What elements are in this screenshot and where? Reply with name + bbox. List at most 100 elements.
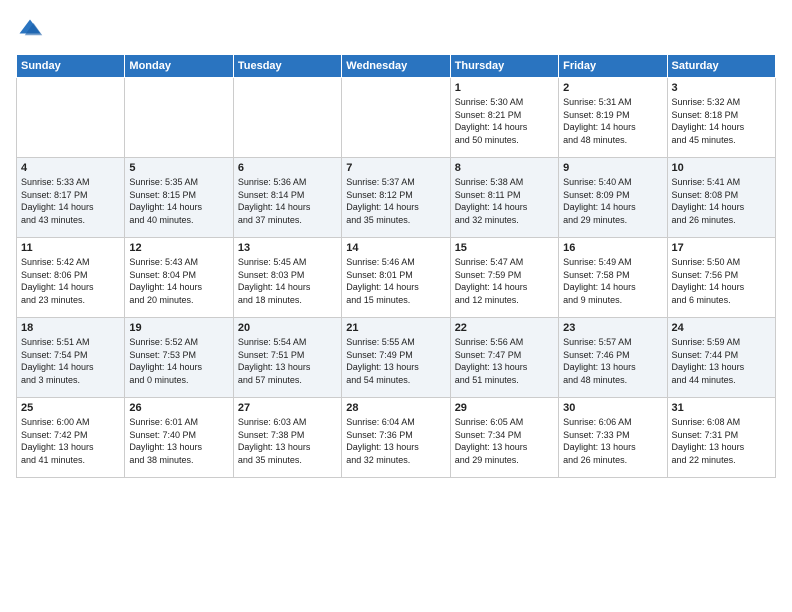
calendar-cell: 19Sunrise: 5:52 AM Sunset: 7:53 PM Dayli… bbox=[125, 318, 233, 398]
day-number: 17 bbox=[672, 242, 771, 254]
day-number: 30 bbox=[563, 402, 662, 414]
calendar-cell bbox=[342, 78, 450, 158]
day-number: 21 bbox=[346, 322, 445, 334]
weekday-header: Friday bbox=[559, 55, 667, 78]
day-content: Sunrise: 5:57 AM Sunset: 7:46 PM Dayligh… bbox=[563, 336, 662, 386]
day-number: 10 bbox=[672, 162, 771, 174]
calendar-table: SundayMondayTuesdayWednesdayThursdayFrid… bbox=[16, 54, 776, 478]
calendar-cell: 24Sunrise: 5:59 AM Sunset: 7:44 PM Dayli… bbox=[667, 318, 775, 398]
day-content: Sunrise: 5:54 AM Sunset: 7:51 PM Dayligh… bbox=[238, 336, 337, 386]
header-row: SundayMondayTuesdayWednesdayThursdayFrid… bbox=[17, 55, 776, 78]
day-content: Sunrise: 5:42 AM Sunset: 8:06 PM Dayligh… bbox=[21, 256, 120, 306]
day-content: Sunrise: 6:04 AM Sunset: 7:36 PM Dayligh… bbox=[346, 416, 445, 466]
weekday-header: Saturday bbox=[667, 55, 775, 78]
page: SundayMondayTuesdayWednesdayThursdayFrid… bbox=[0, 0, 792, 612]
calendar-cell: 2 Sunrise: 5:31 AM Sunset: 8:19 PM Daylig… bbox=[559, 78, 667, 158]
calendar-cell bbox=[125, 78, 233, 158]
calendar-cell: 29Sunrise: 6:05 AM Sunset: 7:34 PM Dayli… bbox=[450, 398, 558, 478]
day-content: Sunrise: 5:45 AM Sunset: 8:03 PM Dayligh… bbox=[238, 256, 337, 306]
calendar-cell: 31 Sunrise: 6:08 AM Sunset: 7:31 PM Dayli… bbox=[667, 398, 775, 478]
day-number: 15 bbox=[455, 242, 554, 254]
day-number: 14 bbox=[346, 242, 445, 254]
day-number: 25 bbox=[21, 402, 120, 414]
day-number: 22 bbox=[455, 322, 554, 334]
calendar-cell: 6 Sunrise: 5:36 AM Sunset: 8:14 PM Daylig… bbox=[233, 158, 341, 238]
day-number: 28 bbox=[346, 402, 445, 414]
calendar-cell: 8 Sunrise: 5:38 AM Sunset: 8:11 PM Daylig… bbox=[450, 158, 558, 238]
day-content: Sunrise: 5:46 AM Sunset: 8:01 PM Dayligh… bbox=[346, 256, 445, 306]
day-number: 3 bbox=[672, 82, 771, 94]
calendar-cell: 18 Sunrise: 5:51 AM Sunset: 7:54 PM Dayli… bbox=[17, 318, 125, 398]
day-content: Sunrise: 6:05 AM Sunset: 7:34 PM Dayligh… bbox=[455, 416, 554, 466]
day-number: 7 bbox=[346, 162, 445, 174]
day-number: 12 bbox=[129, 242, 228, 254]
calendar-cell: 15 Sunrise: 5:47 AM Sunset: 7:59 PM Dayli… bbox=[450, 238, 558, 318]
calendar-cell: 11 Sunrise: 5:42 AM Sunset: 8:06 PM Dayli… bbox=[17, 238, 125, 318]
day-number: 6 bbox=[238, 162, 337, 174]
day-number: 9 bbox=[563, 162, 662, 174]
day-number: 2 bbox=[563, 82, 662, 94]
calendar-cell: 16Sunrise: 5:49 AM Sunset: 7:58 PM Dayli… bbox=[559, 238, 667, 318]
day-number: 24 bbox=[672, 322, 771, 334]
calendar-cell bbox=[17, 78, 125, 158]
day-content: Sunrise: 6:03 AM Sunset: 7:38 PM Dayligh… bbox=[238, 416, 337, 466]
day-content: Sunrise: 5:51 AM Sunset: 7:54 PM Dayligh… bbox=[21, 336, 120, 386]
calendar-cell: 10Sunrise: 5:41 AM Sunset: 8:08 PM Dayli… bbox=[667, 158, 775, 238]
calendar-cell: 1 Sunrise: 5:30 AM Sunset: 8:21 PM Daylig… bbox=[450, 78, 558, 158]
day-content: Sunrise: 6:00 AM Sunset: 7:42 PM Dayligh… bbox=[21, 416, 120, 466]
day-content: Sunrise: 5:33 AM Sunset: 8:17 PM Dayligh… bbox=[21, 176, 120, 226]
calendar-header: SundayMondayTuesdayWednesdayThursdayFrid… bbox=[17, 55, 776, 78]
day-number: 5 bbox=[129, 162, 228, 174]
calendar-week-row: 1 Sunrise: 5:30 AM Sunset: 8:21 PM Daylig… bbox=[17, 78, 776, 158]
weekday-header: Tuesday bbox=[233, 55, 341, 78]
day-number: 1 bbox=[455, 82, 554, 94]
day-content: Sunrise: 5:38 AM Sunset: 8:11 PM Dayligh… bbox=[455, 176, 554, 226]
day-content: Sunrise: 6:06 AM Sunset: 7:33 PM Dayligh… bbox=[563, 416, 662, 466]
day-number: 18 bbox=[21, 322, 120, 334]
day-content: Sunrise: 5:40 AM Sunset: 8:09 PM Dayligh… bbox=[563, 176, 662, 226]
day-content: Sunrise: 5:43 AM Sunset: 8:04 PM Dayligh… bbox=[129, 256, 228, 306]
day-number: 16 bbox=[563, 242, 662, 254]
calendar-cell: 27 Sunrise: 6:03 AM Sunset: 7:38 PM Dayli… bbox=[233, 398, 341, 478]
day-number: 19 bbox=[129, 322, 228, 334]
day-number: 27 bbox=[238, 402, 337, 414]
day-content: Sunrise: 5:35 AM Sunset: 8:15 PM Dayligh… bbox=[129, 176, 228, 226]
calendar-week-row: 11 Sunrise: 5:42 AM Sunset: 8:06 PM Dayli… bbox=[17, 238, 776, 318]
calendar-cell: 5 Sunrise: 5:35 AM Sunset: 8:15 PM Daylig… bbox=[125, 158, 233, 238]
day-number: 4 bbox=[21, 162, 120, 174]
day-content: Sunrise: 5:37 AM Sunset: 8:12 PM Dayligh… bbox=[346, 176, 445, 226]
calendar-body: 1 Sunrise: 5:30 AM Sunset: 8:21 PM Daylig… bbox=[17, 78, 776, 478]
day-number: 20 bbox=[238, 322, 337, 334]
day-content: Sunrise: 5:32 AM Sunset: 8:18 PM Dayligh… bbox=[672, 96, 771, 146]
weekday-header: Wednesday bbox=[342, 55, 450, 78]
day-content: Sunrise: 5:36 AM Sunset: 8:14 PM Dayligh… bbox=[238, 176, 337, 226]
calendar-cell: 3 Sunrise: 5:32 AM Sunset: 8:18 PM Daylig… bbox=[667, 78, 775, 158]
logo bbox=[16, 16, 48, 44]
day-number: 8 bbox=[455, 162, 554, 174]
day-content: Sunrise: 5:30 AM Sunset: 8:21 PM Dayligh… bbox=[455, 96, 554, 146]
day-number: 11 bbox=[21, 242, 120, 254]
calendar-week-row: 4 Sunrise: 5:33 AM Sunset: 8:17 PM Daylig… bbox=[17, 158, 776, 238]
weekday-header: Thursday bbox=[450, 55, 558, 78]
day-number: 31 bbox=[672, 402, 771, 414]
calendar-cell: 7 Sunrise: 5:37 AM Sunset: 8:12 PM Daylig… bbox=[342, 158, 450, 238]
day-content: Sunrise: 5:31 AM Sunset: 8:19 PM Dayligh… bbox=[563, 96, 662, 146]
calendar-cell: 23 Sunrise: 5:57 AM Sunset: 7:46 PM Dayli… bbox=[559, 318, 667, 398]
calendar-week-row: 25 Sunrise: 6:00 AM Sunset: 7:42 PM Dayli… bbox=[17, 398, 776, 478]
calendar-cell: 22 Sunrise: 5:56 AM Sunset: 7:47 PM Dayli… bbox=[450, 318, 558, 398]
calendar-cell: 14 Sunrise: 5:46 AM Sunset: 8:01 PM Dayli… bbox=[342, 238, 450, 318]
calendar-week-row: 18 Sunrise: 5:51 AM Sunset: 7:54 PM Dayli… bbox=[17, 318, 776, 398]
calendar-cell: 4 Sunrise: 5:33 AM Sunset: 8:17 PM Daylig… bbox=[17, 158, 125, 238]
day-content: Sunrise: 6:08 AM Sunset: 7:31 PM Dayligh… bbox=[672, 416, 771, 466]
calendar-cell: 12 Sunrise: 5:43 AM Sunset: 8:04 PM Dayli… bbox=[125, 238, 233, 318]
day-content: Sunrise: 5:50 AM Sunset: 7:56 PM Dayligh… bbox=[672, 256, 771, 306]
calendar-cell: 28 Sunrise: 6:04 AM Sunset: 7:36 PM Dayli… bbox=[342, 398, 450, 478]
day-content: Sunrise: 5:47 AM Sunset: 7:59 PM Dayligh… bbox=[455, 256, 554, 306]
calendar-cell: 21Sunrise: 5:55 AM Sunset: 7:49 PM Dayli… bbox=[342, 318, 450, 398]
calendar-cell: 20 Sunrise: 5:54 AM Sunset: 7:51 PM Dayli… bbox=[233, 318, 341, 398]
day-content: Sunrise: 5:56 AM Sunset: 7:47 PM Dayligh… bbox=[455, 336, 554, 386]
calendar-cell: 13Sunrise: 5:45 AM Sunset: 8:03 PM Dayli… bbox=[233, 238, 341, 318]
day-number: 23 bbox=[563, 322, 662, 334]
logo-icon bbox=[16, 16, 44, 44]
day-content: Sunrise: 6:01 AM Sunset: 7:40 PM Dayligh… bbox=[129, 416, 228, 466]
